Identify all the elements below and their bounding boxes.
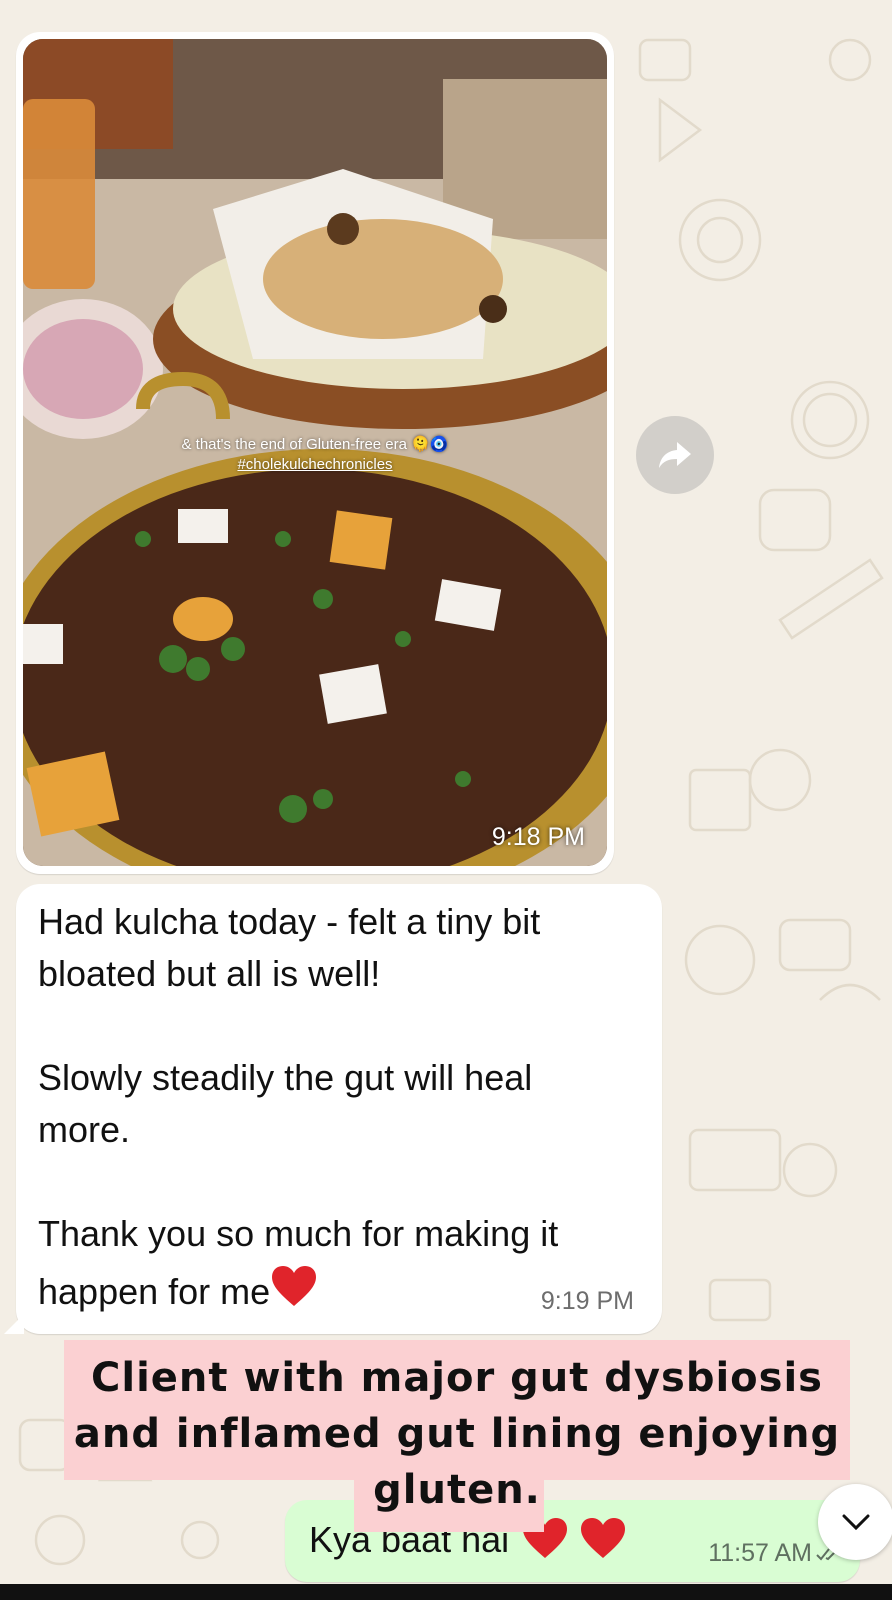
photo-message-bubble[interactable]: & that's the end of Gluten-free era 🫠🧿 #…: [16, 32, 614, 874]
chevron-down-icon: [842, 1514, 870, 1531]
food-photo[interactable]: & that's the end of Gluten-free era 🫠🧿 #…: [23, 39, 607, 866]
message-line: more.: [38, 1109, 131, 1150]
story-caption: & that's the end of Gluten-free era 🫠🧿 #…: [23, 435, 607, 475]
forward-arrow-icon: [659, 442, 691, 468]
message-line: Had kulcha today - felt a tiny bit: [38, 901, 541, 942]
red-heart-icon: [581, 1518, 626, 1558]
caption-line: and inflamed gut lining enjoying: [73, 1411, 841, 1457]
bottom-bar: [0, 1584, 892, 1600]
message-line: bloated but all is well!: [38, 953, 381, 994]
message-timestamp: 9:19 PM: [540, 1287, 634, 1315]
message-line: Slowly steadily the gut will heal: [38, 1057, 533, 1098]
message-line-last: happen for me: [38, 1264, 318, 1314]
photo-timestamp: 9:18 PM: [491, 823, 585, 851]
story-hashtag[interactable]: #cholekulchechronicles: [23, 455, 607, 475]
caption-overlay: Client with major gut dysbiosis and infl…: [64, 1350, 850, 1518]
forward-button[interactable]: [636, 416, 714, 494]
message-text: happen for me: [38, 1271, 271, 1312]
caption-line: gluten.: [373, 1467, 541, 1513]
bubble-tail: [4, 1314, 24, 1334]
message-line: Thank you so much for making it: [38, 1213, 559, 1254]
story-caption-text: & that's the end of Gluten-free era 🫠🧿: [181, 436, 449, 453]
text-message-bubble[interactable]: Had kulcha today - felt a tiny bit bloat…: [4, 884, 662, 1334]
caption-line: Client with major gut dysbiosis: [91, 1355, 823, 1401]
scroll-to-bottom-button[interactable]: [818, 1484, 892, 1560]
outgoing-timestamp: 11:57 AM: [708, 1539, 812, 1567]
red-heart-icon: [272, 1266, 317, 1306]
